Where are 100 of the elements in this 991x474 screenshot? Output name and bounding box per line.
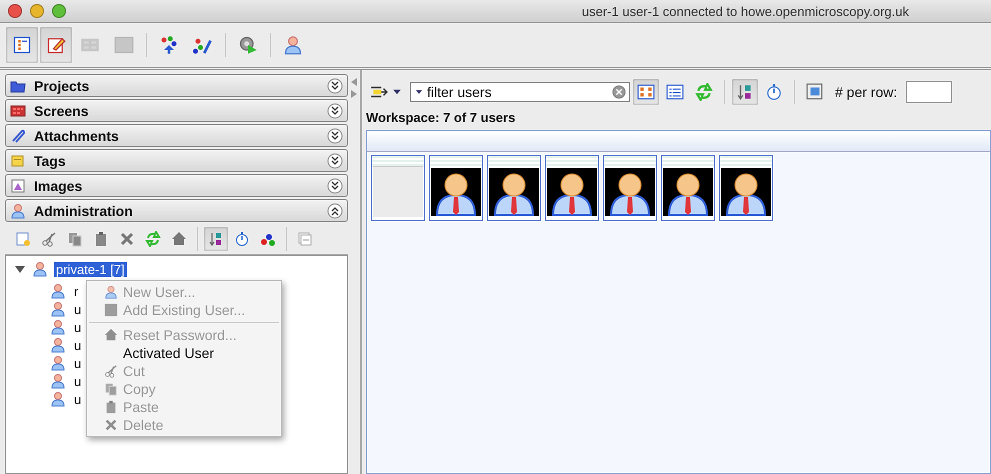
image-icon bbox=[114, 35, 134, 55]
minimize-button[interactable] bbox=[30, 4, 44, 18]
tree-node[interactable]: u bbox=[72, 338, 84, 352]
scissors-icon bbox=[104, 364, 118, 378]
thumbnail[interactable] bbox=[603, 155, 657, 221]
user-icon bbox=[50, 337, 66, 353]
toolbar-button[interactable] bbox=[633, 79, 659, 105]
tree-node[interactable]: u bbox=[72, 302, 84, 316]
new-item-icon bbox=[15, 231, 31, 247]
user-avatar-icon bbox=[605, 168, 655, 216]
expand-icon bbox=[327, 78, 343, 94]
thumbnail[interactable] bbox=[545, 155, 599, 221]
tree-node[interactable]: u bbox=[72, 374, 84, 388]
thumbnail-view-icon bbox=[637, 83, 655, 101]
thumbnail-title-bar bbox=[720, 156, 772, 166]
thumbnail[interactable] bbox=[661, 155, 715, 221]
user-icon bbox=[50, 301, 66, 317]
tree-node[interactable]: u bbox=[72, 392, 84, 406]
stopwatch-icon bbox=[765, 83, 783, 101]
section-title: Tags bbox=[34, 152, 67, 168]
expand-icon bbox=[327, 178, 343, 194]
per-row-field[interactable] bbox=[906, 81, 952, 103]
menu-item[interactable]: Activated User bbox=[87, 344, 281, 362]
user-icon bbox=[50, 355, 66, 371]
section-header[interactable]: Screens bbox=[5, 99, 348, 122]
expand-icon bbox=[327, 102, 343, 118]
thumbnail[interactable] bbox=[719, 155, 773, 221]
tag-icon bbox=[10, 152, 26, 168]
tree-node[interactable]: u bbox=[72, 356, 84, 370]
expand-icon bbox=[327, 128, 343, 144]
screen-icon bbox=[10, 102, 26, 118]
section-header[interactable]: Projects bbox=[5, 74, 348, 97]
sort-icon bbox=[208, 231, 224, 247]
user-avatar-icon bbox=[547, 168, 597, 216]
user-icon bbox=[50, 373, 66, 389]
thumbnail-title-bar bbox=[372, 156, 424, 166]
user-icon bbox=[32, 261, 48, 277]
people-arrow-icon bbox=[159, 35, 179, 55]
house-icon bbox=[104, 328, 118, 342]
tree-node[interactable]: r bbox=[72, 284, 80, 298]
stopwatch-icon bbox=[234, 231, 250, 247]
picture-frame-icon bbox=[806, 83, 824, 101]
section-title: Administration bbox=[34, 202, 134, 218]
list-view-icon bbox=[666, 83, 684, 101]
thumbnail-title-bar bbox=[546, 156, 598, 166]
thumbnail[interactable] bbox=[429, 155, 483, 221]
tree-node[interactable]: private-1 [7] bbox=[54, 262, 127, 276]
tree-node[interactable]: u bbox=[72, 320, 84, 334]
filter-field[interactable]: filter users bbox=[410, 82, 630, 102]
expander-icon[interactable] bbox=[14, 263, 26, 275]
clear-icon bbox=[612, 85, 626, 99]
zoom-button[interactable] bbox=[52, 4, 66, 18]
tree-view-icon bbox=[12, 35, 32, 55]
thumbnail[interactable] bbox=[371, 155, 425, 221]
section-header[interactable]: Administration bbox=[5, 199, 348, 222]
scissors-icon bbox=[41, 231, 57, 247]
cross-icon bbox=[119, 231, 135, 247]
thumbnail-title-bar bbox=[662, 156, 714, 166]
user-icon bbox=[50, 283, 66, 299]
section-header[interactable]: Attachments bbox=[5, 124, 348, 147]
refresh-icon bbox=[695, 83, 713, 101]
toolbar-button[interactable] bbox=[732, 79, 758, 105]
workspace-label: Workspace: 7 of 7 users bbox=[366, 110, 516, 126]
gear-play-icon bbox=[238, 35, 258, 55]
picture-icon bbox=[10, 178, 26, 194]
section-header[interactable]: Images bbox=[5, 174, 348, 197]
copy-icon bbox=[104, 382, 118, 396]
collapse-chevron-icon bbox=[327, 202, 343, 218]
user-avatar-icon bbox=[431, 168, 481, 216]
thumbnail-title-bar bbox=[488, 156, 540, 166]
window-title: user-1 user-1 connected to howe.openmicroscopy.org.uk bbox=[582, 4, 909, 18]
paperclip-icon bbox=[10, 128, 26, 144]
user-avatar-icon bbox=[489, 168, 539, 216]
toolbar-button[interactable] bbox=[204, 227, 228, 251]
close-button[interactable] bbox=[8, 4, 22, 18]
paste-icon bbox=[93, 231, 109, 247]
section-title: Projects bbox=[34, 78, 90, 94]
house-icon bbox=[171, 231, 187, 247]
user-icon bbox=[10, 202, 26, 218]
user-icon bbox=[50, 319, 66, 335]
user-icon bbox=[104, 285, 118, 299]
expand-icon bbox=[327, 152, 343, 168]
user-avatar-icon bbox=[663, 168, 713, 216]
user-icon bbox=[283, 35, 303, 55]
paste-icon bbox=[104, 400, 118, 414]
copy-icon bbox=[67, 231, 83, 247]
pencil-document-icon bbox=[46, 35, 66, 55]
per-row-label: # per row: bbox=[835, 84, 898, 100]
toolbar-button[interactable] bbox=[6, 27, 38, 63]
thumbnail-title-bar bbox=[604, 156, 656, 166]
section-title: Attachments bbox=[34, 128, 120, 144]
collapse-icon bbox=[297, 231, 313, 247]
user-avatar-icon bbox=[721, 168, 771, 216]
user-icon bbox=[50, 391, 66, 407]
toolbar-button[interactable] bbox=[40, 27, 72, 63]
thumbnail[interactable] bbox=[487, 155, 541, 221]
cross-icon bbox=[104, 418, 118, 432]
section-title: Images bbox=[34, 178, 84, 194]
section-title: Screens bbox=[34, 102, 90, 118]
section-header[interactable]: Tags bbox=[5, 149, 348, 172]
